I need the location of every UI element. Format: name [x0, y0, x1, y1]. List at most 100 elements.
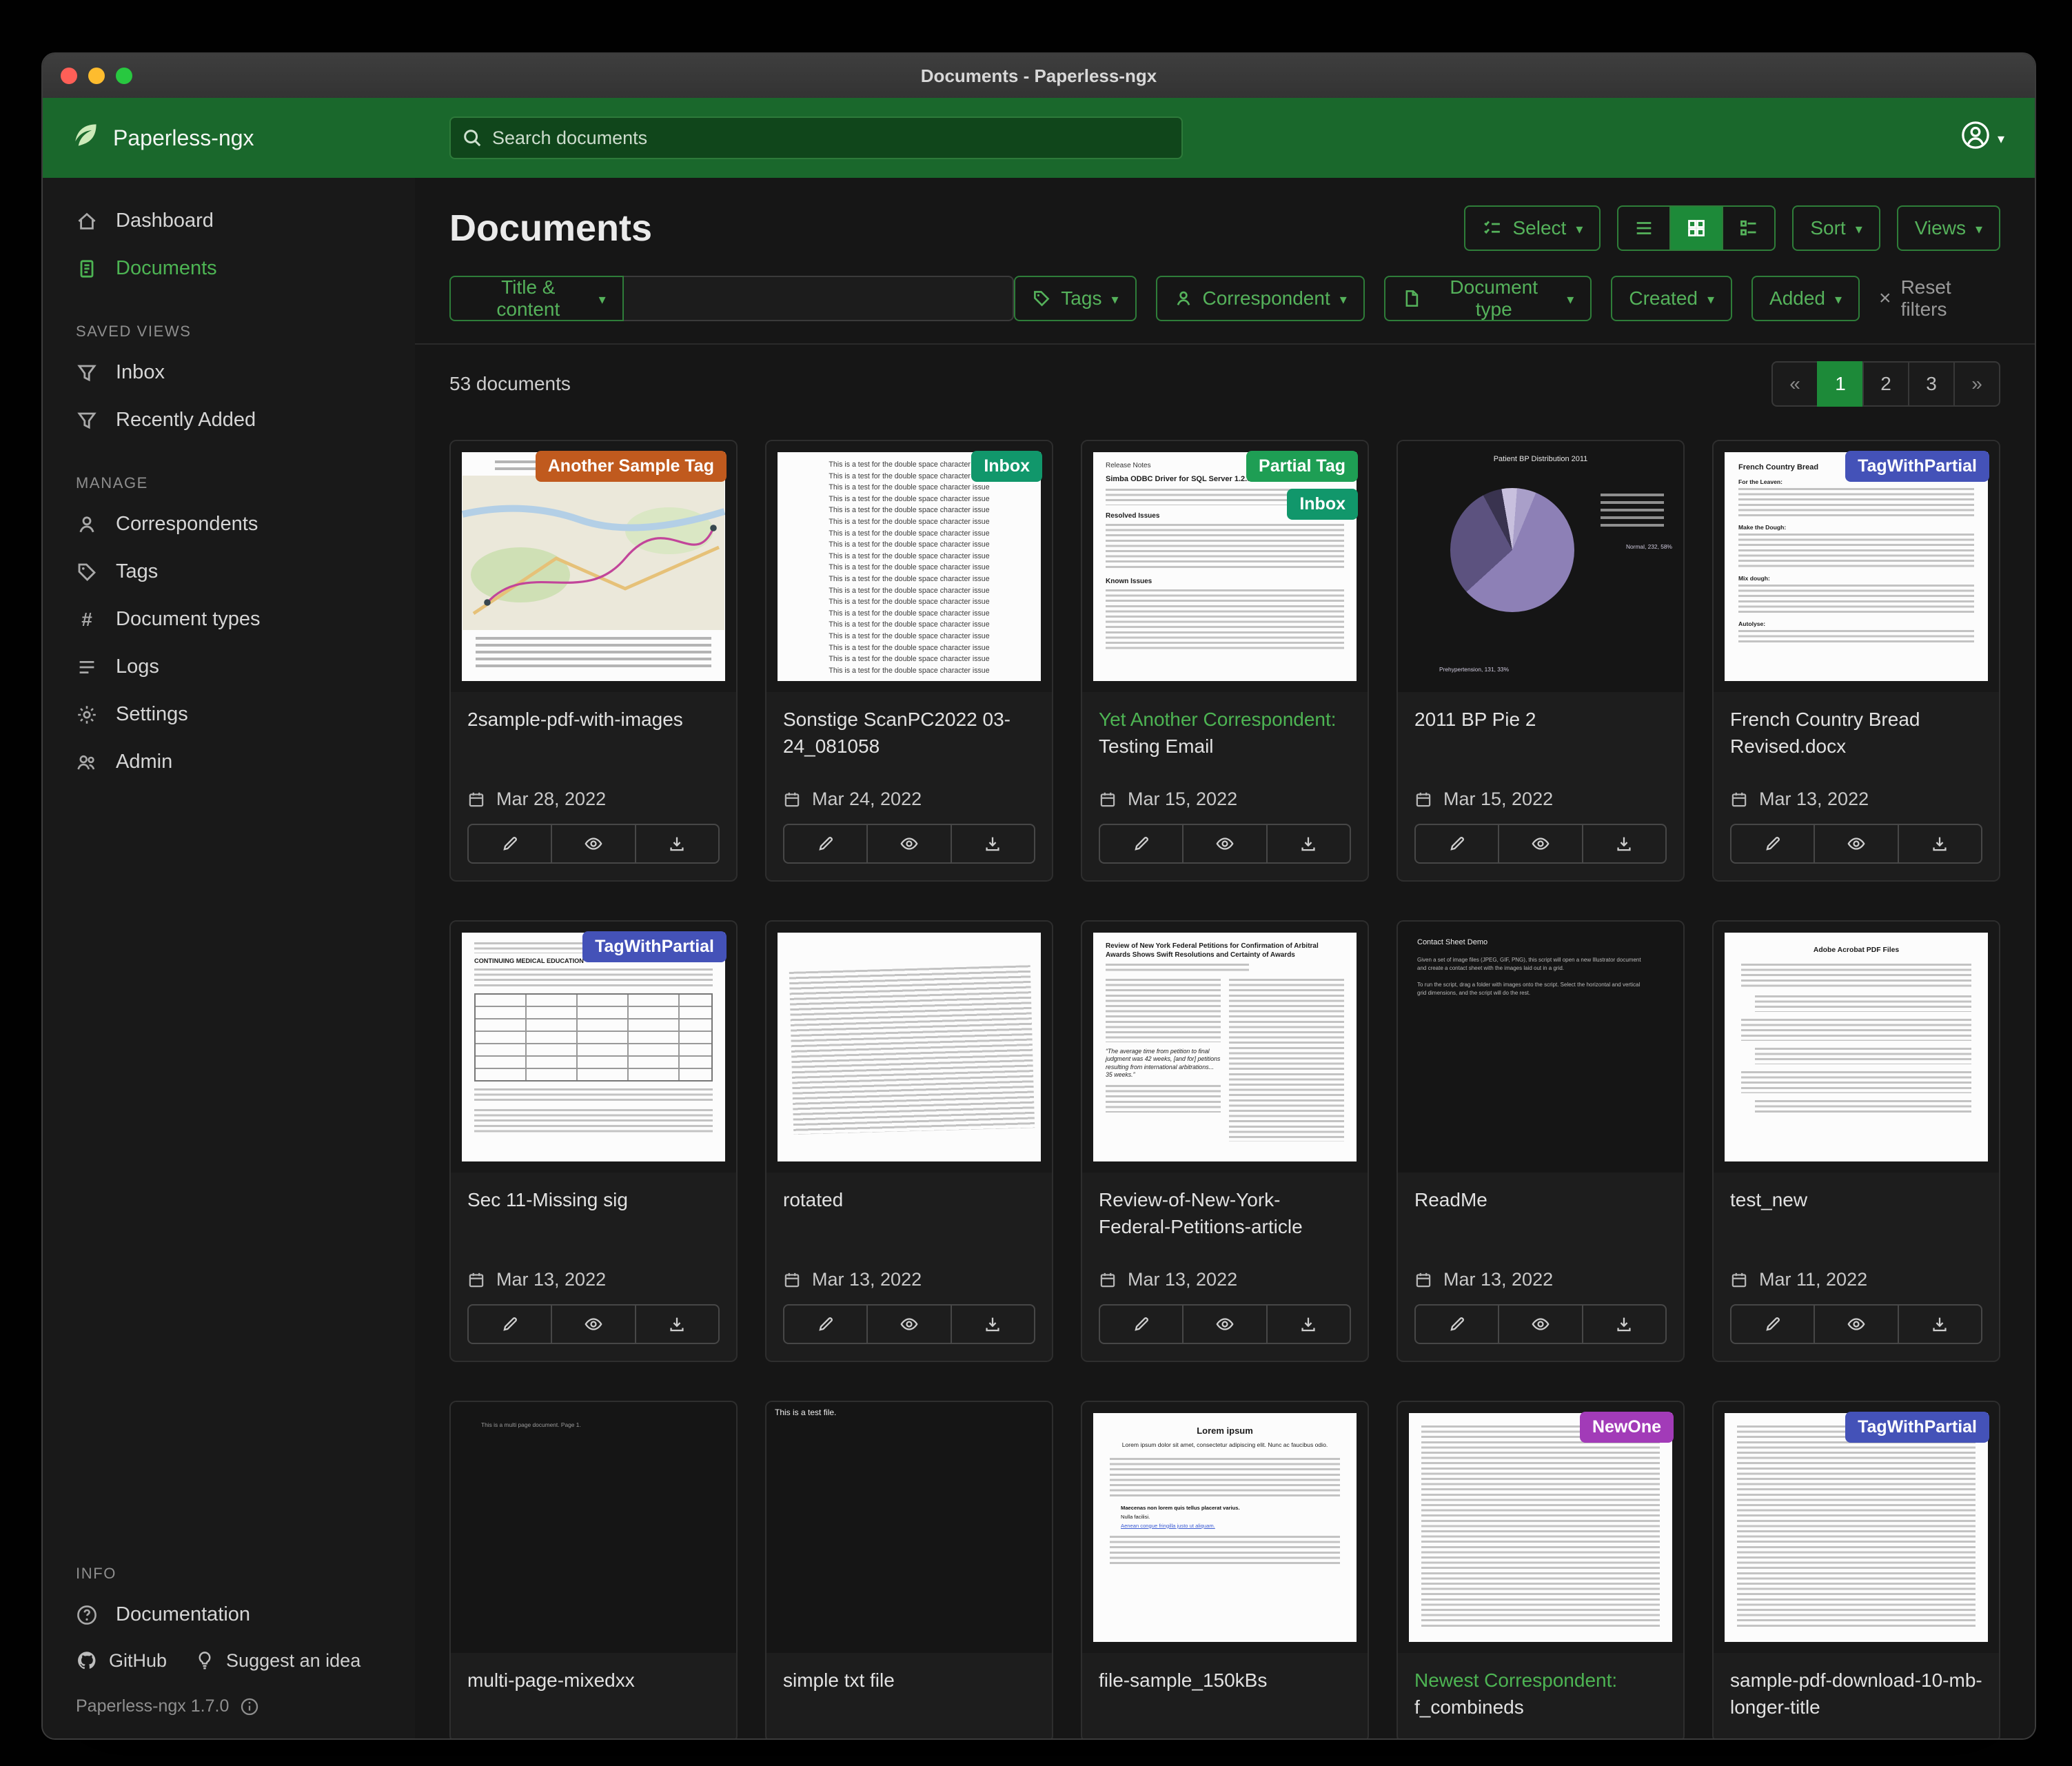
edit-button[interactable] [467, 1304, 552, 1344]
sidebar-item-dashboard[interactable]: Dashboard [43, 197, 415, 245]
info-circle-icon[interactable] [240, 1697, 259, 1716]
document-title[interactable]: Sonstige ScanPC2022 03-24_081058 [783, 706, 1035, 760]
sidebar-item-inbox[interactable]: Inbox [43, 349, 415, 396]
grid-view-button[interactable] [1669, 205, 1723, 251]
document-title[interactable]: rotated [783, 1186, 1035, 1213]
pagination-page-3[interactable]: 3 [1908, 361, 1955, 407]
document-title[interactable]: Yet Another Correspondent: Testing Email [1099, 706, 1351, 760]
edit-button[interactable] [1414, 824, 1499, 864]
tag-badge[interactable]: TagWithPartial [1845, 1412, 1989, 1443]
sidebar-item-tags[interactable]: Tags [43, 548, 415, 596]
document-title[interactable]: ReadMe [1414, 1186, 1667, 1213]
document-thumbnail[interactable]: Contact Sheet Demo Given a set of image … [1398, 922, 1683, 1173]
edit-button[interactable] [783, 824, 868, 864]
sidebar-item-documents[interactable]: Documents [43, 245, 415, 292]
document-type-filter-button[interactable]: Document type ▾ [1384, 276, 1592, 321]
view-button[interactable] [1498, 1304, 1583, 1344]
download-button[interactable] [1898, 1304, 1982, 1344]
document-title[interactable]: 2011 BP Pie 2 [1414, 706, 1667, 733]
view-button[interactable] [1182, 824, 1267, 864]
view-button[interactable] [551, 824, 636, 864]
edit-button[interactable] [1099, 824, 1184, 864]
sidebar-item-admin[interactable]: Admin [43, 738, 415, 786]
document-thumbnail[interactable]: NewOne [1398, 1402, 1683, 1653]
added-filter-button[interactable]: Added ▾ [1751, 276, 1860, 321]
document-thumbnail[interactable]: This is a test for the double space char… [766, 441, 1052, 692]
views-button[interactable]: Views ▾ [1897, 205, 2000, 251]
user-menu[interactable]: ▾ [1960, 120, 2004, 156]
download-button[interactable] [635, 1304, 720, 1344]
sidebar-item-recently-added[interactable]: Recently Added [43, 396, 415, 444]
document-thumbnail[interactable]: CONTINUING MEDICAL EDUCATION TagWithPart… [451, 922, 736, 1173]
sidebar-item-document-types[interactable]: # Document types [43, 596, 415, 643]
document-thumbnail[interactable]: Review of New York Federal Petitions for… [1082, 922, 1368, 1173]
document-thumbnail[interactable]: TagWithPartial [1714, 1402, 1999, 1653]
sidebar-item-github[interactable]: GitHub [76, 1650, 167, 1672]
title-content-filter-button[interactable]: Title & content ▾ [449, 276, 624, 321]
document-title[interactable]: simple txt file [783, 1667, 1035, 1694]
sidebar-item-settings[interactable]: Settings [43, 691, 415, 738]
reset-filters-button[interactable]: × Reset filters [1879, 276, 2000, 321]
document-title[interactable]: multi-page-mixedxx [467, 1667, 720, 1694]
document-title[interactable]: sample-pdf-download-10-mb-longer-title [1730, 1667, 1982, 1721]
sidebar-item-logs[interactable]: Logs [43, 643, 415, 691]
tag-badge[interactable]: Inbox [971, 451, 1042, 482]
download-button[interactable] [1582, 1304, 1667, 1344]
search-input[interactable] [449, 116, 1183, 159]
document-thumbnail[interactable] [766, 922, 1052, 1173]
download-button[interactable] [951, 1304, 1035, 1344]
edit-button[interactable] [1730, 1304, 1815, 1344]
pagination-prev[interactable]: « [1771, 361, 1818, 407]
view-button[interactable] [1498, 824, 1583, 864]
tag-badge[interactable]: TagWithPartial [582, 931, 727, 962]
app-brand[interactable]: Paperless-ngx [43, 120, 415, 156]
edit-button[interactable] [783, 1304, 868, 1344]
tag-badge[interactable]: TagWithPartial [1845, 451, 1989, 482]
tag-badge[interactable]: Partial Tag [1246, 451, 1358, 482]
view-button[interactable] [551, 1304, 636, 1344]
document-thumbnail[interactable]: Release Notes Simba ODBC Driver for SQL … [1082, 441, 1368, 692]
created-filter-button[interactable]: Created ▾ [1611, 276, 1732, 321]
view-button[interactable] [1814, 1304, 1898, 1344]
document-thumbnail[interactable]: Patient BP Distribution 2011 Normal, 232… [1398, 441, 1683, 692]
sidebar-item-documentation[interactable]: Documentation [43, 1591, 415, 1638]
view-button[interactable] [866, 824, 951, 864]
correspondent-filter-button[interactable]: Correspondent ▾ [1156, 276, 1365, 321]
pagination-page-2[interactable]: 2 [1862, 361, 1909, 407]
tag-badge[interactable]: Inbox [1287, 489, 1358, 520]
tag-badge[interactable]: NewOne [1580, 1412, 1674, 1443]
view-button[interactable] [866, 1304, 951, 1344]
tag-badge[interactable]: Another Sample Tag [536, 451, 727, 482]
download-button[interactable] [1266, 824, 1351, 864]
pagination-next[interactable]: » [1953, 361, 2000, 407]
document-thumbnail[interactable]: This is a multi page document. Page 1. [451, 1402, 736, 1653]
document-title[interactable]: Newest Correspondent: f_combineds [1414, 1667, 1667, 1721]
document-title[interactable]: test_new [1730, 1186, 1982, 1213]
edit-button[interactable] [1099, 1304, 1184, 1344]
view-button[interactable] [1814, 824, 1898, 864]
tags-filter-button[interactable]: Tags ▾ [1014, 276, 1136, 321]
edit-button[interactable] [467, 824, 552, 864]
download-button[interactable] [1266, 1304, 1351, 1344]
document-thumbnail[interactable]: Another Sample Tag [451, 441, 736, 692]
edit-button[interactable] [1414, 1304, 1499, 1344]
detail-view-button[interactable] [1722, 205, 1776, 251]
download-button[interactable] [1898, 824, 1982, 864]
document-title[interactable]: Review-of-New-York-Federal-Petitions-art… [1099, 1186, 1351, 1240]
document-thumbnail[interactable]: This is a test file. [766, 1402, 1052, 1653]
filter-query-input[interactable] [624, 276, 1015, 321]
view-button[interactable] [1182, 1304, 1267, 1344]
document-thumbnail[interactable]: Adobe Acrobat PDF Files [1714, 922, 1999, 1173]
pagination-page-1[interactable]: 1 [1817, 361, 1864, 407]
list-view-button[interactable] [1617, 205, 1671, 251]
sort-button[interactable]: Sort ▾ [1792, 205, 1880, 251]
download-button[interactable] [1582, 824, 1667, 864]
download-button[interactable] [635, 824, 720, 864]
sidebar-item-suggest-idea[interactable]: Suggest an idea [194, 1650, 360, 1672]
download-button[interactable] [951, 824, 1035, 864]
document-title[interactable]: 2sample-pdf-with-images [467, 706, 720, 733]
document-thumbnail[interactable]: French Country Bread For the Leaven: Mak… [1714, 441, 1999, 692]
select-button[interactable]: Select ▾ [1464, 205, 1601, 251]
sidebar-item-correspondents[interactable]: Correspondents [43, 500, 415, 548]
document-title[interactable]: file-sample_150kBs [1099, 1667, 1351, 1694]
